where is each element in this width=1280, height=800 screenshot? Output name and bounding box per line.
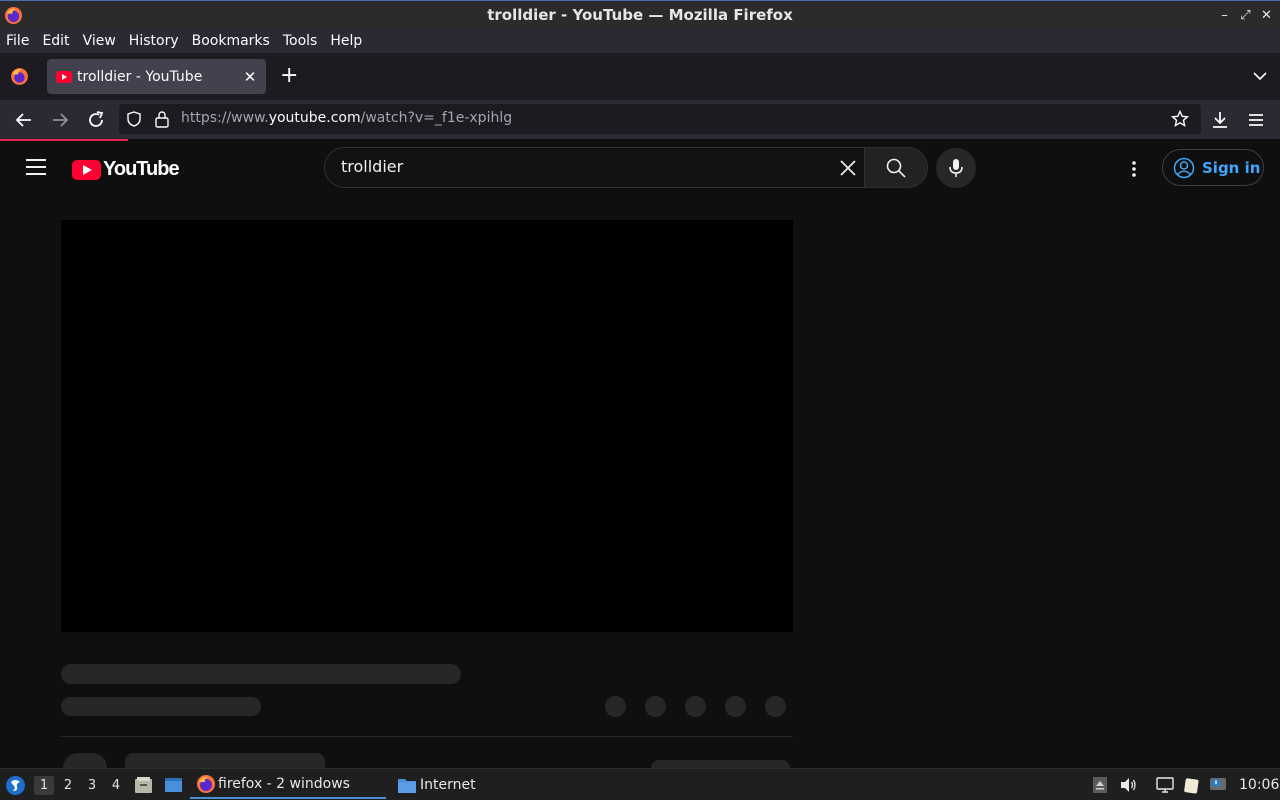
account-circle-icon xyxy=(1173,157,1195,178)
skeleton-channel-name xyxy=(125,753,325,768)
sign-in-button[interactable]: Sign in xyxy=(1162,149,1264,186)
new-tab-button[interactable]: + xyxy=(280,65,298,87)
search-icon xyxy=(886,158,906,178)
voice-search-button[interactable] xyxy=(936,148,976,188)
firefox-task-icon xyxy=(197,775,215,793)
notification-icon[interactable] xyxy=(1209,776,1227,794)
skeleton-subtitle xyxy=(61,697,261,716)
skeleton-divider xyxy=(61,736,793,737)
search-box[interactable] xyxy=(324,147,865,188)
back-arrow-icon[interactable] xyxy=(12,108,36,132)
tracking-shield-icon[interactable] xyxy=(126,111,142,127)
clear-search-icon[interactable] xyxy=(839,159,857,177)
youtube-logo[interactable]: YouTube xyxy=(72,158,180,181)
navigation-toolbar: https://www.youtube.com/watch?v=_f1e-xpi… xyxy=(0,100,1280,139)
skeleton-subscribe-button xyxy=(651,760,790,768)
youtube-wordmark: YouTube xyxy=(103,158,180,180)
reload-icon[interactable] xyxy=(84,108,108,132)
network-icon[interactable] xyxy=(1156,776,1174,794)
system-taskbar: 1 2 3 4 firefox - 2 windows Internet 10:… xyxy=(0,768,1280,800)
menu-history[interactable]: History xyxy=(129,33,179,49)
eject-icon[interactable] xyxy=(1091,776,1109,794)
menu-help[interactable]: Help xyxy=(330,33,362,49)
skeleton-action-dot xyxy=(765,696,786,717)
minimize-button[interactable]: – xyxy=(1214,7,1235,24)
task-firefox[interactable]: firefox - 2 windows xyxy=(190,771,386,799)
task-internet[interactable]: Internet xyxy=(396,771,506,799)
firefox-icon xyxy=(4,6,23,25)
menu-file[interactable]: File xyxy=(6,33,29,49)
app-menu-icon[interactable] xyxy=(1244,108,1268,132)
skeleton-action-dot xyxy=(685,696,706,717)
lock-icon[interactable] xyxy=(154,110,170,128)
youtube-favicon-icon xyxy=(56,70,72,83)
skeleton-channel-avatar xyxy=(63,753,107,768)
tab-close-icon[interactable]: ✕ xyxy=(240,68,260,86)
menubar: File Edit View History Bookmarks Tools H… xyxy=(0,29,1280,53)
microphone-icon xyxy=(949,159,963,177)
tab-youtube[interactable]: trolldier - YouTube ✕ xyxy=(47,59,266,94)
menu-bookmarks[interactable]: Bookmarks xyxy=(192,33,270,49)
clipboard-icon[interactable] xyxy=(1183,776,1201,794)
youtube-play-icon xyxy=(72,159,101,180)
video-player[interactable] xyxy=(61,220,793,632)
tab-bar: trolldier - YouTube ✕ + xyxy=(0,53,1280,100)
workspace-3[interactable]: 3 xyxy=(82,776,102,795)
skeleton-action-dot xyxy=(725,696,746,717)
downloads-icon[interactable] xyxy=(1208,108,1232,132)
tab-list-chevron-icon[interactable] xyxy=(1252,68,1268,84)
skeleton-title xyxy=(61,664,461,684)
bookmark-star-icon[interactable] xyxy=(1171,110,1189,128)
settings-kebab-icon[interactable] xyxy=(1124,159,1144,179)
task-internet-label: Internet xyxy=(420,777,476,793)
menu-tools[interactable]: Tools xyxy=(283,33,318,49)
show-desktop-icon[interactable] xyxy=(164,776,183,794)
address-bar[interactable]: https://www.youtube.com/watch?v=_f1e-xpi… xyxy=(119,104,1201,134)
forward-arrow-icon[interactable] xyxy=(48,108,72,132)
menu-edit[interactable]: Edit xyxy=(42,33,69,49)
youtube-masthead: YouTube Sign in xyxy=(0,141,1280,195)
workspace-2[interactable]: 2 xyxy=(58,776,78,795)
firefox-view-icon[interactable] xyxy=(9,66,30,87)
search-input[interactable] xyxy=(341,157,821,176)
workspace-4[interactable]: 4 xyxy=(106,776,126,795)
close-window-button[interactable]: ✕ xyxy=(1256,7,1277,24)
start-menu-icon[interactable] xyxy=(5,775,26,796)
skeleton-action-dot xyxy=(645,696,666,717)
menu-view[interactable]: View xyxy=(83,33,116,49)
skeleton-action-dot xyxy=(605,696,626,717)
sign-in-label: Sign in xyxy=(1202,158,1261,177)
clock: 10:06 xyxy=(1239,777,1280,793)
file-manager-icon[interactable] xyxy=(134,776,153,794)
volume-icon[interactable] xyxy=(1119,776,1137,794)
window-controls: – ⤢ ✕ xyxy=(1214,7,1277,24)
workspace-1[interactable]: 1 xyxy=(34,776,54,795)
maximize-button[interactable]: ⤢ xyxy=(1235,7,1256,24)
url-text[interactable]: https://www.youtube.com/watch?v=_f1e-xpi… xyxy=(181,110,512,126)
window-titlebar: trolldier - YouTube — Mozilla Firefox – … xyxy=(0,0,1280,29)
search-button[interactable] xyxy=(864,147,928,188)
folder-icon xyxy=(398,779,416,793)
tab-title: trolldier - YouTube xyxy=(77,68,203,85)
guide-menu-icon[interactable] xyxy=(26,159,46,175)
window-title: trolldier - YouTube — Mozilla Firefox xyxy=(487,6,793,24)
task-firefox-label: firefox - 2 windows xyxy=(218,776,350,792)
